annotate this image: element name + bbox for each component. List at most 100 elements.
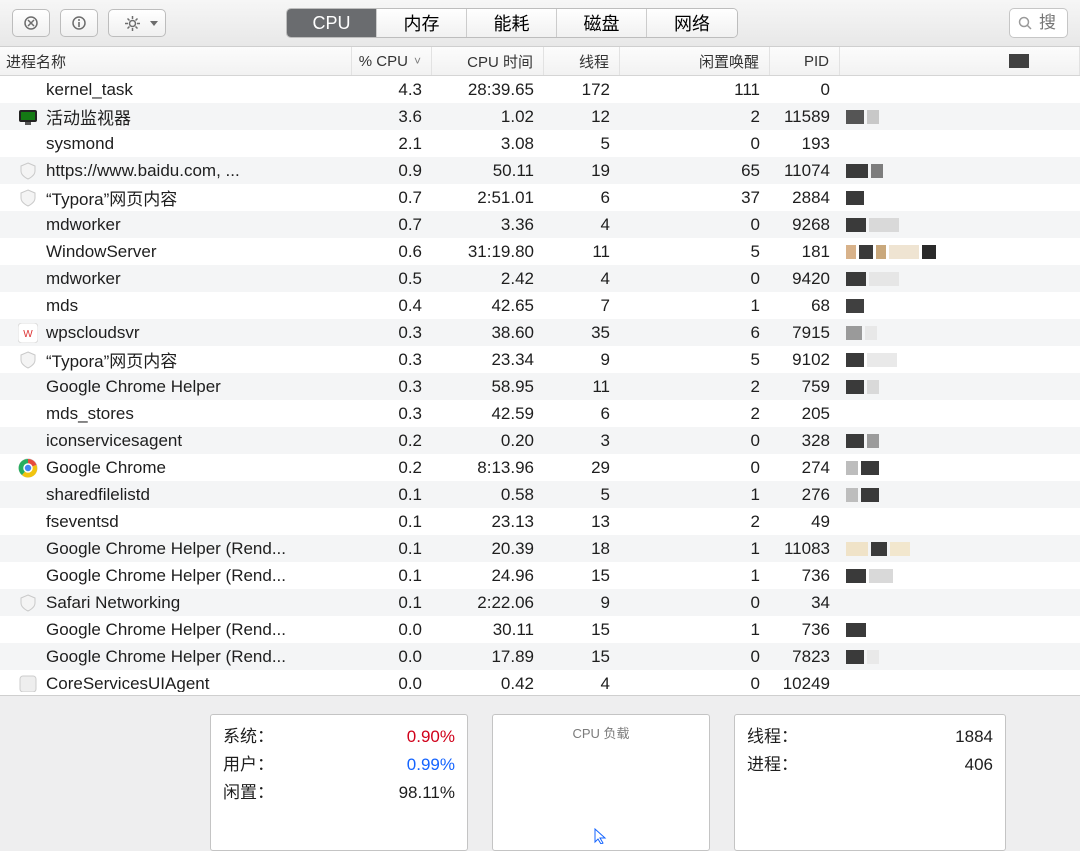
- blank-icon: [18, 431, 38, 451]
- table-row[interactable]: mdworker0.52.42409420: [0, 265, 1080, 292]
- table-row[interactable]: Google Chrome0.28:13.96290274: [0, 454, 1080, 481]
- bar-segment: [846, 245, 856, 259]
- settings-menu-button[interactable]: [108, 9, 166, 37]
- cell-wake: 2: [620, 107, 770, 127]
- column-headers: 进程名称 % CPU ˅ CPU 时间 线程 闲置唤醒 PID: [0, 47, 1080, 76]
- table-row[interactable]: Safari Networking0.12:22.069034: [0, 589, 1080, 616]
- table-row[interactable]: Google Chrome Helper (Rend...0.017.89150…: [0, 643, 1080, 670]
- process-name-text: sysmond: [46, 134, 114, 154]
- process-name-text: Google Chrome: [46, 458, 166, 478]
- stop-process-button[interactable]: [12, 9, 50, 37]
- tab-cpu[interactable]: CPU: [287, 9, 377, 37]
- cell-user-bar: [840, 164, 1080, 178]
- cell-time: 2:22.06: [432, 593, 544, 613]
- table-row[interactable]: Google Chrome Helper0.358.95112759: [0, 373, 1080, 400]
- col-cpu-time[interactable]: CPU 时间: [432, 47, 544, 75]
- col-pid[interactable]: PID: [770, 47, 840, 75]
- table-row[interactable]: CoreServicesUIAgent0.00.424010249: [0, 670, 1080, 692]
- cell-cpu: 0.2: [352, 458, 432, 478]
- bar-segment: [861, 461, 879, 475]
- idle-label: 闲置：: [223, 779, 274, 807]
- cell-time: 8:13.96: [432, 458, 544, 478]
- table-row[interactable]: mds0.442.657168: [0, 292, 1080, 319]
- cell-pid: 0: [770, 80, 840, 100]
- cell-cpu: 0.7: [352, 188, 432, 208]
- table-row[interactable]: “Typora”网页内容0.323.34959102: [0, 346, 1080, 373]
- cell-cpu: 2.1: [352, 134, 432, 154]
- blank-icon: [18, 80, 38, 100]
- cell-wake: 0: [620, 458, 770, 478]
- table-row[interactable]: sharedfilelistd0.10.5851276: [0, 481, 1080, 508]
- bar-segment: [867, 650, 879, 664]
- col-threads[interactable]: 线程: [544, 47, 620, 75]
- blank-icon: [18, 620, 38, 640]
- table-row[interactable]: kernel_task4.328:39.651721110: [0, 76, 1080, 103]
- bar-segment: [869, 272, 899, 286]
- cpu-load-title: CPU 负载: [505, 723, 697, 742]
- tab-memory[interactable]: 内存: [377, 9, 467, 37]
- bar-segment: [846, 542, 868, 556]
- table-row[interactable]: Google Chrome Helper (Rend...0.030.11151…: [0, 616, 1080, 643]
- cell-process-name: mdworker: [0, 269, 352, 289]
- col-idle-wake[interactable]: 闲置唤醒: [620, 47, 770, 75]
- tab-network[interactable]: 网络: [647, 9, 737, 37]
- cell-wake: 2: [620, 404, 770, 424]
- cell-cpu: 0.1: [352, 485, 432, 505]
- cell-time: 0.58: [432, 485, 544, 505]
- cell-pid: 34: [770, 593, 840, 613]
- table-row[interactable]: Google Chrome Helper (Rend...0.120.39181…: [0, 535, 1080, 562]
- table-row[interactable]: mdworker0.73.36409268: [0, 211, 1080, 238]
- process-name-text: mdworker: [46, 215, 121, 235]
- process-name-text: “Typora”网页内容: [46, 185, 177, 210]
- bar-segment: [859, 245, 873, 259]
- cell-wake: 37: [620, 188, 770, 208]
- table-row[interactable]: Google Chrome Helper (Rend...0.124.96151…: [0, 562, 1080, 589]
- table-row[interactable]: sysmond2.13.0850193: [0, 130, 1080, 157]
- tab-disk[interactable]: 磁盘: [557, 9, 647, 37]
- process-name-text: fseventsd: [46, 512, 119, 532]
- table-row[interactable]: mds_stores0.342.5962205: [0, 400, 1080, 427]
- cell-process-name: Google Chrome Helper (Rend...: [0, 647, 352, 667]
- cell-process-name: Google Chrome Helper (Rend...: [0, 566, 352, 586]
- cell-threads: 29: [544, 458, 620, 478]
- cell-user-bar: [840, 245, 1080, 259]
- col-cpu[interactable]: % CPU ˅: [352, 47, 432, 75]
- cell-threads: 3: [544, 431, 620, 451]
- cell-threads: 15: [544, 566, 620, 586]
- cell-threads: 11: [544, 377, 620, 397]
- search-field[interactable]: [1009, 8, 1068, 38]
- blank-icon: [18, 242, 38, 262]
- table-row[interactable]: WindowServer0.631:19.80115181: [0, 238, 1080, 265]
- cell-cpu: 0.3: [352, 323, 432, 343]
- bar-segment: [876, 245, 886, 259]
- cell-wake: 1: [620, 485, 770, 505]
- cell-wake: 0: [620, 674, 770, 693]
- table-row[interactable]: iconservicesagent0.20.2030328: [0, 427, 1080, 454]
- counts-panel: 线程： 1884 进程： 406: [734, 714, 1006, 851]
- cell-user-bar: [840, 110, 1080, 124]
- bar-segment: [846, 326, 862, 340]
- bar-segment: [846, 434, 864, 448]
- bar-segment: [846, 353, 864, 367]
- table-row[interactable]: “Typora”网页内容0.72:51.016372884: [0, 184, 1080, 211]
- table-row[interactable]: https://www.baidu.com, ...0.950.11196511…: [0, 157, 1080, 184]
- cell-time: 30.11: [432, 620, 544, 640]
- cell-threads: 5: [544, 485, 620, 505]
- search-input[interactable]: [1037, 12, 1059, 34]
- process-table[interactable]: kernel_task4.328:39.651721110活动监视器3.61.0…: [0, 76, 1080, 692]
- process-name-text: iconservicesagent: [46, 431, 182, 451]
- cell-process-name: CoreServicesUIAgent: [0, 674, 352, 693]
- cell-threads: 6: [544, 404, 620, 424]
- table-row[interactable]: Wwpscloudsvr0.338.603567915: [0, 319, 1080, 346]
- tab-energy[interactable]: 能耗: [467, 9, 557, 37]
- table-row[interactable]: 活动监视器3.61.0212211589: [0, 103, 1080, 130]
- col-user-bar[interactable]: [840, 47, 1080, 75]
- table-row[interactable]: fseventsd0.123.1313249: [0, 508, 1080, 535]
- cell-time: 3.36: [432, 215, 544, 235]
- col-process-name[interactable]: 进程名称: [0, 47, 352, 75]
- info-button[interactable]: [60, 9, 98, 37]
- bar-segment: [871, 164, 883, 178]
- process-name-text: Google Chrome Helper: [46, 377, 221, 397]
- sort-caret-icon: ˅: [414, 54, 421, 68]
- cell-time: 28:39.65: [432, 80, 544, 100]
